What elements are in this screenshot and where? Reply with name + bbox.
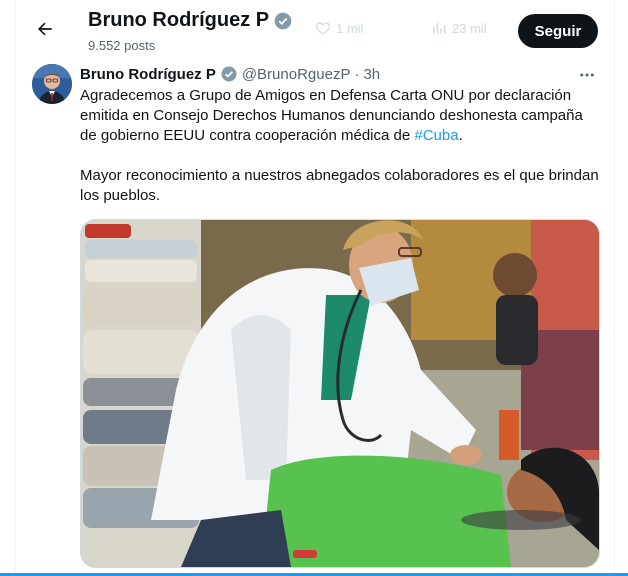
tweet-photo[interactable] xyxy=(80,219,600,568)
like-count: 1 mil xyxy=(336,20,364,36)
header-post-count: 9.552 posts xyxy=(88,38,156,53)
follow-button[interactable]: Seguir xyxy=(518,14,598,48)
verified-badge-icon xyxy=(221,66,237,82)
view-count: 23 mil xyxy=(452,20,487,36)
tweet-meta: Bruno Rodríguez P @BrunoRguezP · 3h xyxy=(80,65,380,83)
author-name[interactable]: Bruno Rodríguez P xyxy=(80,66,216,83)
hashtag-link[interactable]: #Cuba xyxy=(414,127,458,144)
faded-like-count: 1 mil xyxy=(315,20,363,36)
faded-view-count: 23 mil xyxy=(431,20,487,36)
paragraph-1-end: . xyxy=(458,127,463,144)
tweet-text: Agradecemos a Grupo de Amigos en Defensa… xyxy=(80,86,600,206)
heart-icon xyxy=(315,22,331,35)
views-chart-icon xyxy=(433,22,446,34)
verified-badge-icon xyxy=(274,12,292,29)
tweet-time[interactable]: 3h xyxy=(363,66,380,83)
paragraph-1-text: Agradecemos a Grupo de Amigos en Defensa… xyxy=(80,87,583,144)
author-handle[interactable]: @BrunoRguezP xyxy=(242,66,351,83)
tweet-paragraph-1: Agradecemos a Grupo de Amigos en Defensa… xyxy=(80,86,600,146)
header-name-text: Bruno Rodríguez P xyxy=(88,9,270,31)
avatar[interactable] xyxy=(32,64,72,104)
tweet-paragraph-2: Mayor reconocimiento a nuestros abnegado… xyxy=(80,167,599,204)
top-header: Bruno Rodríguez P 9.552 posts 1 mil 23 m… xyxy=(16,0,614,60)
back-arrow-icon[interactable] xyxy=(30,14,60,44)
meta-separator: · xyxy=(354,65,360,83)
tweet-page: Bruno Rodríguez P 9.552 posts 1 mil 23 m… xyxy=(15,0,615,576)
header-profile-name: Bruno Rodríguez P xyxy=(88,9,293,32)
